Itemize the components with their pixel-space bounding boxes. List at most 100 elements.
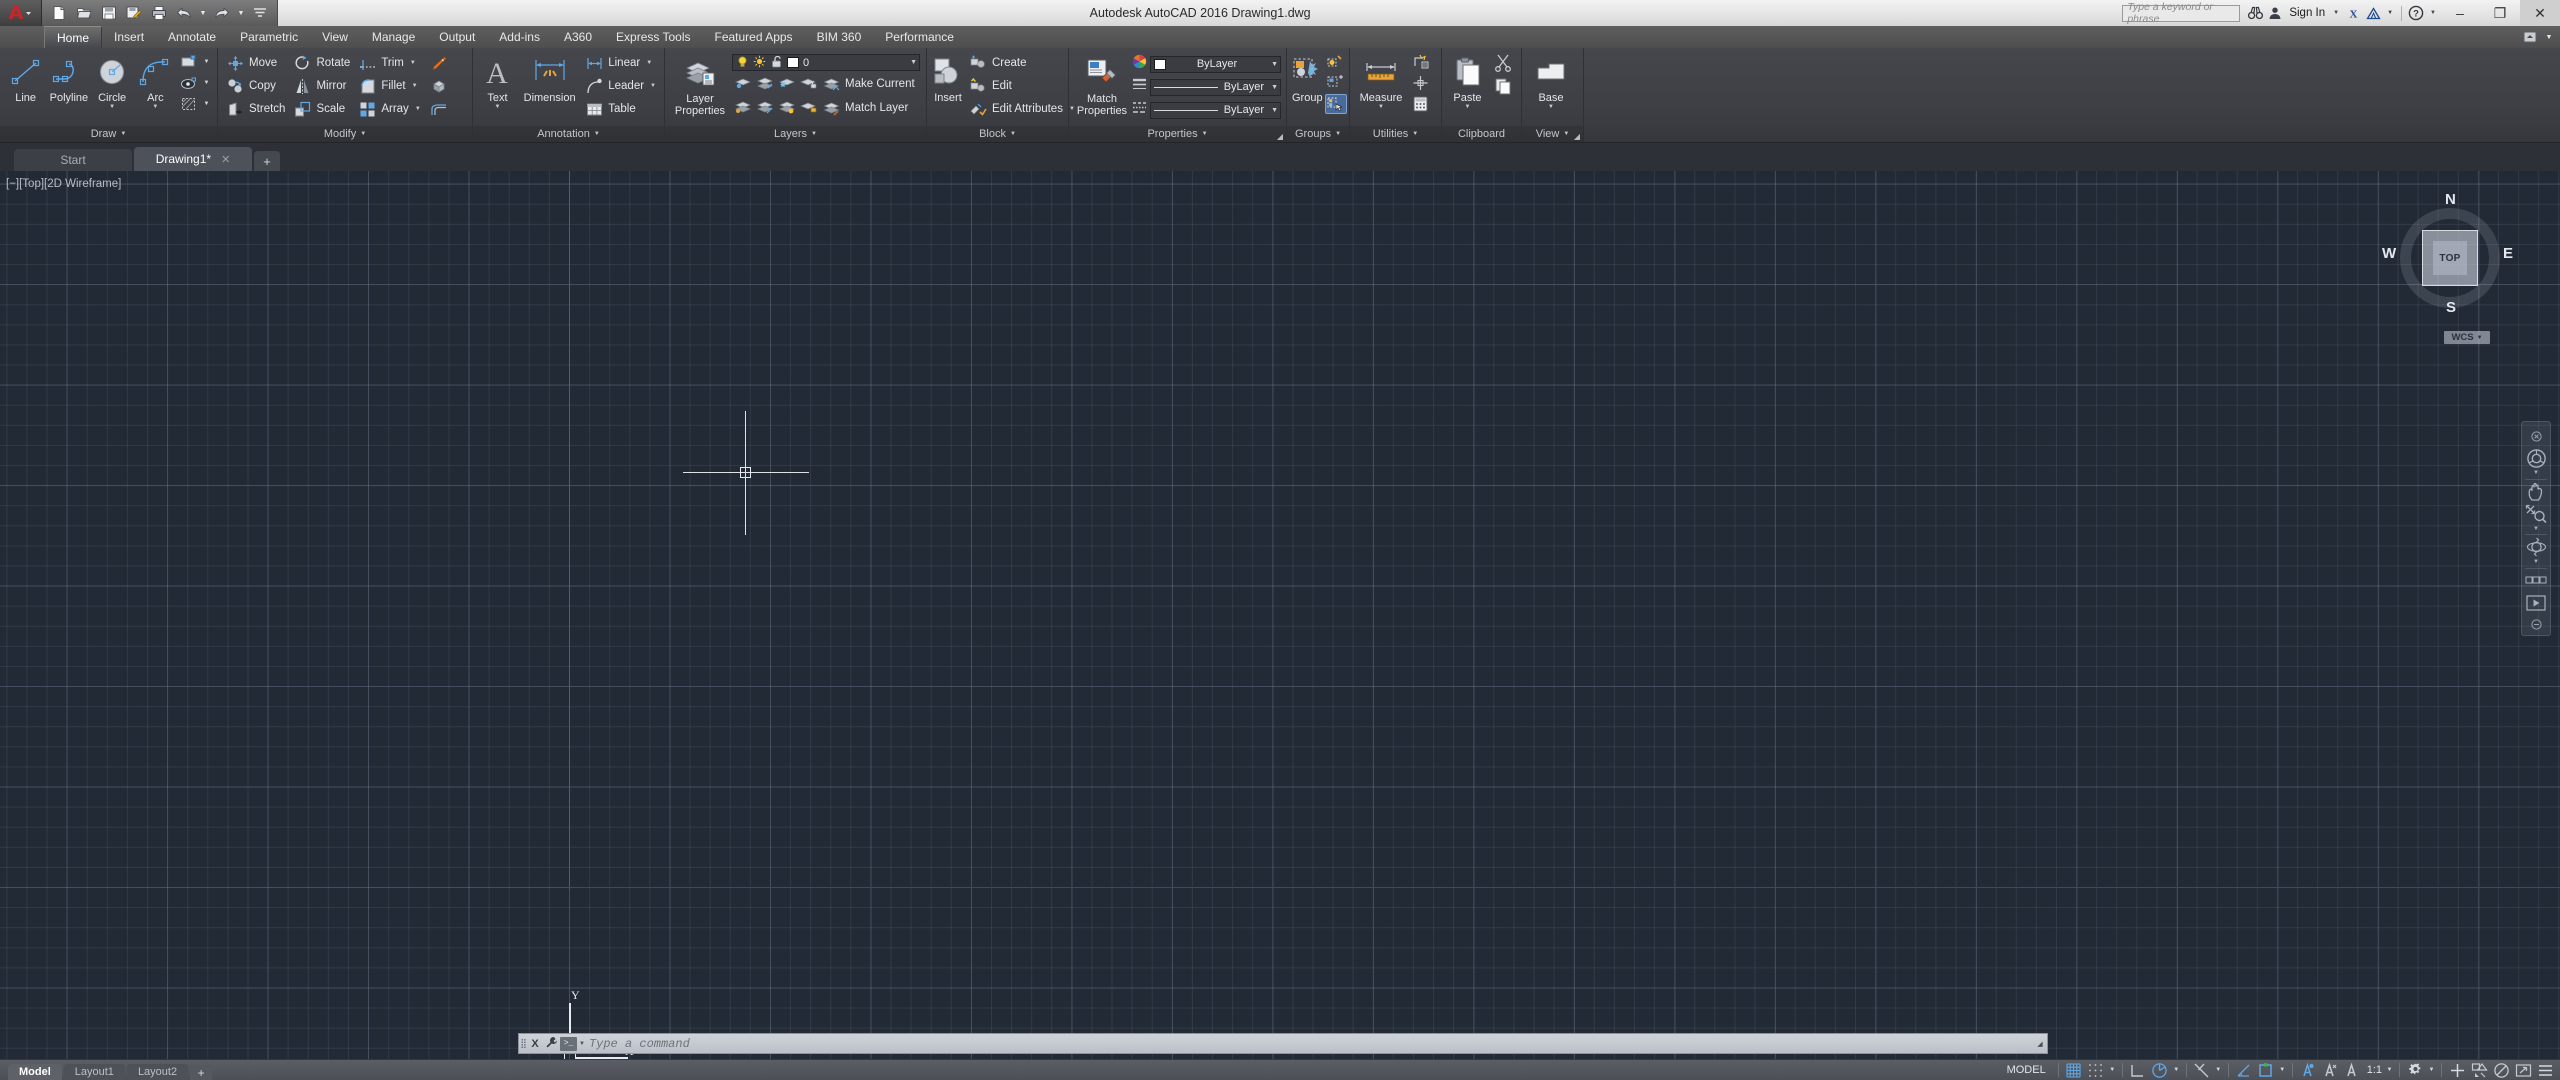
panel-title-clipboard[interactable]: Clipboard bbox=[1442, 126, 1521, 142]
ribbon-tab-manage[interactable]: Manage bbox=[360, 26, 427, 48]
text-caret-icon[interactable]: ▼ bbox=[495, 104, 501, 111]
panel-title-groups[interactable]: Groups ▼ bbox=[1287, 126, 1349, 142]
panel-title-draw[interactable]: Draw ▼ bbox=[0, 126, 217, 142]
user-icon[interactable] bbox=[2265, 0, 2285, 26]
array-caret-icon[interactable]: ▼ bbox=[415, 106, 421, 112]
annotation-scale-value[interactable]: 1:1 bbox=[2363, 1064, 2384, 1076]
restore-button[interactable]: ❐ bbox=[2480, 0, 2520, 26]
layout-tab-layout2[interactable]: Layout2 bbox=[126, 1063, 189, 1080]
circle-caret-icon[interactable]: ▼ bbox=[109, 104, 115, 111]
ellipse-icon[interactable] bbox=[178, 73, 200, 93]
help-icon[interactable]: ? bbox=[2406, 0, 2426, 26]
group-selection-on-icon[interactable] bbox=[1324, 94, 1347, 114]
leader-button[interactable]: Leader ▼ bbox=[582, 75, 659, 97]
gear-icon[interactable] bbox=[2404, 1060, 2426, 1080]
layer-color-swatch[interactable] bbox=[787, 57, 799, 68]
sign-in-caret-icon[interactable]: ▼ bbox=[2329, 10, 2343, 16]
isolate-objects-icon[interactable] bbox=[2468, 1060, 2490, 1080]
paste-caret-icon[interactable]: ▼ bbox=[1465, 104, 1471, 111]
hatch-icon[interactable] bbox=[178, 94, 200, 114]
fullscreen-icon[interactable] bbox=[2512, 1060, 2534, 1080]
lineweight-icon[interactable] bbox=[2255, 1060, 2277, 1080]
group-button[interactable]: Group bbox=[1292, 51, 1323, 104]
snap-caret-icon[interactable]: ▼ bbox=[2107, 1060, 2118, 1080]
ribbon-tab-parametric[interactable]: Parametric bbox=[228, 26, 310, 48]
command-input[interactable]: Type a command bbox=[589, 1037, 2033, 1051]
panel-title-properties[interactable]: Properties ▼ ◢ bbox=[1069, 126, 1286, 142]
open-icon[interactable] bbox=[73, 2, 95, 24]
plot-icon[interactable] bbox=[148, 2, 170, 24]
linear-caret-icon[interactable]: ▼ bbox=[646, 60, 652, 66]
undo-dropdown-caret-icon[interactable]: ▼ bbox=[198, 2, 208, 24]
copy-clip-icon[interactable] bbox=[1490, 75, 1516, 97]
redo-dropdown-caret-icon[interactable]: ▼ bbox=[236, 2, 246, 24]
circle-button[interactable]: Circle ▼ bbox=[92, 51, 133, 111]
hamburger-icon[interactable] bbox=[2534, 1060, 2556, 1080]
edit-block-button[interactable]: Edit bbox=[966, 75, 1078, 97]
viewcube-south-label[interactable]: S bbox=[2446, 299, 2456, 316]
match-properties-button[interactable]: Match Properties bbox=[1074, 52, 1130, 117]
explode-icon[interactable] bbox=[426, 75, 452, 97]
zoom-caret-icon[interactable]: ▼ bbox=[2523, 525, 2549, 532]
object-snap-tracking-icon[interactable] bbox=[2233, 1060, 2255, 1080]
rectangle-caret-icon[interactable]: ▼ bbox=[201, 52, 212, 72]
freeze-sun-icon[interactable] bbox=[753, 55, 766, 71]
layer-isolate-icon[interactable] bbox=[732, 73, 754, 93]
autoscale-icon[interactable] bbox=[2319, 1060, 2341, 1080]
calculator-icon[interactable] bbox=[1409, 94, 1431, 114]
object-snap-icon[interactable] bbox=[2191, 1060, 2213, 1080]
layer-turn-all-on-icon[interactable] bbox=[754, 97, 776, 117]
layout-tab-model[interactable]: Model bbox=[8, 1063, 62, 1080]
leader-caret-icon[interactable]: ▼ bbox=[650, 83, 656, 89]
chevron-down-icon[interactable]: ▼ bbox=[1268, 84, 1278, 91]
ungroup-icon[interactable] bbox=[1325, 52, 1347, 72]
base-view-button[interactable]: Base ▼ bbox=[1527, 51, 1575, 111]
ribbon-tab-bim360[interactable]: BIM 360 bbox=[805, 26, 874, 48]
layout-tab-layout1[interactable]: Layout1 bbox=[63, 1063, 125, 1080]
minimize-button[interactable]: – bbox=[2440, 0, 2480, 26]
polar-tracking-icon[interactable] bbox=[2149, 1060, 2171, 1080]
ribbon-minimize-caret-icon[interactable]: ▼ bbox=[2544, 26, 2554, 48]
unlocked-icon[interactable] bbox=[770, 55, 783, 71]
command-line[interactable]: ⣿ X >_ ▼ Type a command ◢ bbox=[518, 1033, 2048, 1054]
linewidth-dropdown[interactable]: ByLayer ▼ bbox=[1150, 78, 1281, 96]
panel-title-utilities[interactable]: Utilities ▼ bbox=[1350, 126, 1441, 142]
command-scroll-handle-icon[interactable]: ◢ bbox=[2033, 1040, 2047, 1048]
properties-dialog-launcher-icon[interactable]: ◢ bbox=[1277, 132, 1283, 141]
make-current-button[interactable]: Make Current bbox=[820, 73, 918, 95]
ribbon-tab-view[interactable]: View bbox=[310, 26, 360, 48]
quick-measure-icon[interactable] bbox=[1409, 52, 1431, 72]
add-layout-icon[interactable]: + bbox=[190, 1064, 213, 1080]
command-line-grip[interactable]: ⣿ bbox=[519, 1033, 527, 1054]
undo-icon[interactable] bbox=[173, 2, 195, 24]
polyline-button[interactable]: Polyline bbox=[48, 51, 89, 104]
fillet-button[interactable]: Fillet ▼ bbox=[355, 75, 423, 97]
hatch-caret-icon[interactable]: ▼ bbox=[201, 94, 212, 114]
move-button[interactable]: Move bbox=[223, 52, 288, 74]
color-dropdown[interactable]: ByLayer ▼ bbox=[1150, 55, 1281, 73]
annotation-scale-sync-icon[interactable] bbox=[2341, 1060, 2363, 1080]
layer-properties-button[interactable]: Layer Properties bbox=[670, 52, 730, 117]
search-input[interactable]: Type a keyword or phrase bbox=[2122, 1, 2241, 25]
panel-title-view[interactable]: View ▼ ◢ bbox=[1522, 126, 1583, 142]
annotation-scale-caret-icon[interactable]: ▼ bbox=[2384, 1060, 2395, 1080]
file-tab-start[interactable]: Start bbox=[14, 149, 132, 171]
ribbon-tab-output[interactable]: Output bbox=[427, 26, 487, 48]
zoom-extents-icon[interactable] bbox=[2523, 503, 2549, 524]
scale-button[interactable]: Scale bbox=[290, 98, 353, 120]
autodesk-exchange-icon[interactable]: X bbox=[2343, 0, 2363, 26]
ribbon-minimize-icon[interactable] bbox=[2519, 26, 2541, 48]
viewport-label[interactable]: [−][Top][2D Wireframe] bbox=[6, 178, 121, 190]
ribbon-tab-home[interactable]: Home bbox=[44, 26, 103, 48]
ribbon-tab-insert[interactable]: Insert bbox=[102, 26, 156, 48]
save-as-icon[interactable] bbox=[123, 2, 145, 24]
chevron-down-icon[interactable]: ▼ bbox=[1268, 107, 1278, 114]
cut-icon[interactable] bbox=[1490, 52, 1516, 74]
layer-unisolate-icon[interactable] bbox=[754, 73, 776, 93]
linewidth-icon[interactable] bbox=[1132, 77, 1147, 97]
viewcube[interactable]: N S W E TOP bbox=[2382, 191, 2514, 322]
copy-button[interactable]: Copy bbox=[223, 75, 288, 97]
text-button[interactable]: A Text ▼ bbox=[478, 51, 517, 111]
showmotion-play-icon[interactable] bbox=[2523, 592, 2549, 613]
measure-caret-icon[interactable]: ▼ bbox=[1378, 104, 1384, 111]
